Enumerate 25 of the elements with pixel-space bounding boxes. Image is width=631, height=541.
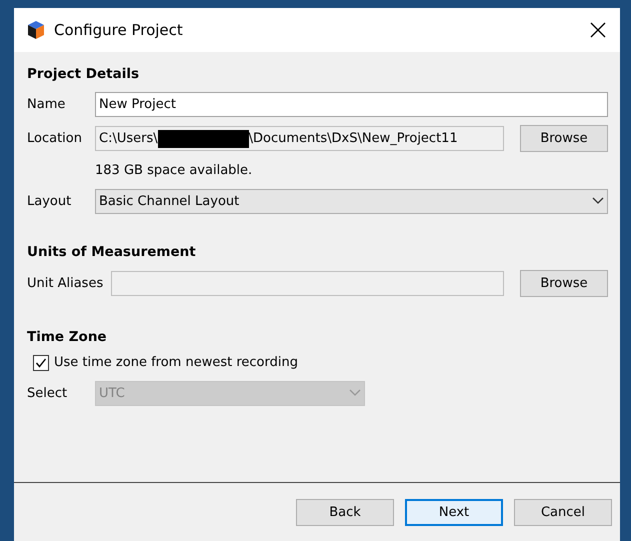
field-label: Location (27, 130, 83, 148)
browse-button[interactable]: Browse (520, 270, 608, 297)
layout-dropdown[interactable]: Basic Channel Layout (95, 188, 608, 214)
checkbox[interactable] (33, 355, 49, 371)
dialog-button[interactable]: Next (405, 499, 503, 526)
dialog-button[interactable]: Back (296, 499, 394, 526)
caret-icon (592, 197, 604, 206)
window-title: Configure Project (54, 20, 184, 41)
field-label: Unit Aliases (27, 274, 104, 293)
close-button[interactable] (588, 20, 608, 40)
app-logo-icon (26, 20, 46, 40)
field-label: Select (27, 384, 68, 402)
dialog-button[interactable]: Cancel (514, 499, 612, 526)
unit-aliases-field[interactable] (111, 271, 504, 296)
space-note: 183 GB space available. (95, 162, 254, 180)
section-heading: Time Zone (27, 328, 108, 347)
field-label: Layout (27, 192, 72, 210)
browse-button[interactable]: Browse (520, 125, 608, 152)
field-label: Name (27, 96, 66, 114)
caret-icon (349, 389, 361, 398)
location-field[interactable]: C:\Users\ \Documents\DxS\New_Project11 (95, 126, 504, 152)
checkbox-label: Use time zone from newest recording (54, 354, 298, 372)
section-heading: Units of Measurement (27, 242, 197, 262)
name-field[interactable]: New Project (95, 92, 608, 118)
section-heading: Project Details (27, 65, 140, 84)
